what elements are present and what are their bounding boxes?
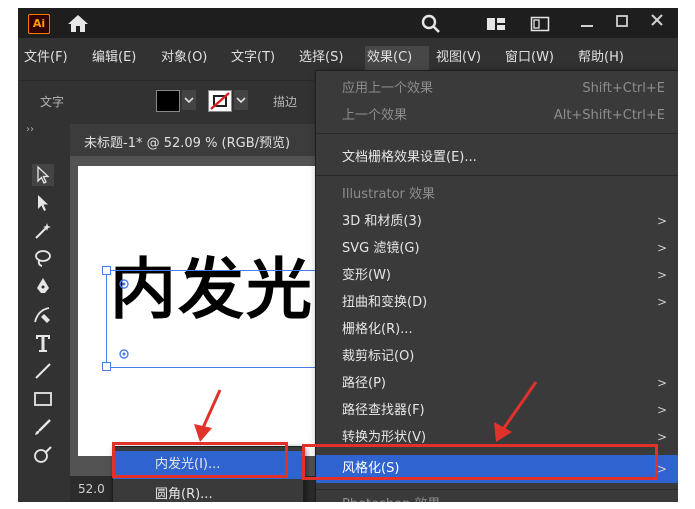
annotation-arrow-icon	[194, 389, 222, 442]
menu-separator	[316, 489, 678, 490]
annotation-highlight-box	[112, 442, 288, 478]
menu-item-label: 路径查找器(F)	[342, 403, 425, 418]
magic-wand-tool-icon[interactable]	[32, 220, 54, 242]
menu-section-label: Illustrator 效果	[342, 187, 436, 202]
shaper-tool-icon[interactable]	[32, 444, 54, 466]
submenu-item-round-corners[interactable]: 圆角(R)...	[113, 481, 303, 502]
menu-help[interactable]: 帮助(H)	[578, 46, 638, 70]
menu-view[interactable]: 视图(V)	[436, 46, 496, 70]
menu-item-label: 扭曲和变换(D)	[342, 295, 428, 310]
home-icon[interactable]	[66, 13, 90, 33]
chevron-right-icon: >	[656, 295, 667, 309]
menu-item-label: SVG 滤镜(G)	[342, 241, 420, 256]
chevron-right-icon: >	[656, 376, 667, 390]
menu-item-label: 变形(W)	[342, 268, 391, 283]
menu-item-shortcut: Alt+Shift+Ctrl+E	[553, 108, 665, 123]
illustrator-window: Ai 文件(F) 编辑(E) 对象(O) 文字(T) 选择(S) 效果(C) 视…	[18, 8, 678, 502]
annotation-arrow-icon	[494, 381, 538, 442]
menu-section-illustrator-effects: Illustrator 效果	[316, 181, 678, 208]
selection-bounding-box[interactable]	[106, 270, 333, 368]
zoom-level[interactable]: 52.0	[78, 482, 105, 496]
maximize-button[interactable]	[608, 10, 636, 34]
lasso-tool-icon[interactable]	[32, 248, 54, 270]
search-icon[interactable]	[420, 13, 442, 35]
arrange-documents-icon[interactable]	[486, 16, 506, 32]
stroke-label[interactable]: 描边	[273, 93, 297, 110]
chevron-right-icon: >	[656, 403, 667, 417]
menu-item-label: 文档栅格效果设置(E)...	[342, 150, 477, 165]
menu-item-rasterize[interactable]: 栅格化(R)...	[316, 316, 678, 343]
fill-color-swatch[interactable]	[156, 90, 180, 112]
menu-object[interactable]: 对象(O)	[161, 46, 221, 70]
menu-item-label: 栅格化(R)...	[342, 322, 413, 337]
tools-panel	[24, 160, 62, 500]
menu-item-label: 3D 和材质(3)	[342, 214, 422, 229]
chevron-right-icon: >	[656, 268, 667, 282]
menu-type[interactable]: 文字(T)	[231, 46, 291, 70]
menu-item-label: 裁剪标记(O)	[342, 349, 415, 364]
menu-item-label: 应用上一个效果	[342, 81, 434, 96]
pen-tool-icon[interactable]	[32, 276, 54, 298]
rectangle-tool-icon[interactable]	[32, 388, 54, 410]
type-tool-icon[interactable]	[32, 332, 54, 354]
curvature-tool-icon[interactable]	[32, 304, 54, 326]
app-logo: Ai	[28, 14, 50, 34]
menu-separator	[316, 175, 678, 176]
document-tab-title: 未标题-1* @ 52.09 % (RGB/预览)	[84, 136, 291, 151]
menu-section-photoshop-effects: Photoshop 效果	[316, 491, 678, 502]
menu-item-last-effect: 上一个效果 Alt+Shift+Ctrl+E	[316, 102, 678, 129]
selection-handle[interactable]	[102, 362, 111, 371]
chevron-right-icon: >	[656, 462, 667, 476]
text-anchor-icon[interactable]	[118, 348, 130, 360]
menu-edit[interactable]: 编辑(E)	[92, 46, 150, 70]
menu-item-label: 圆角(R)...	[155, 487, 213, 502]
menu-separator	[316, 133, 678, 134]
document-tab[interactable]: 未标题-1* @ 52.09 % (RGB/预览)	[70, 124, 320, 156]
menu-item-distort-transform[interactable]: 扭曲和变换(D) >	[316, 289, 678, 316]
chevron-right-icon: >	[656, 241, 667, 255]
menu-item-3d-materials[interactable]: 3D 和材质(3) >	[316, 208, 678, 235]
menu-file[interactable]: 文件(F)	[24, 46, 82, 70]
chevron-right-icon: >	[656, 430, 667, 444]
selection-handle[interactable]	[102, 266, 111, 275]
title-bar: Ai	[18, 8, 678, 38]
menu-item-svg-filters[interactable]: SVG 滤镜(G) >	[316, 235, 678, 262]
menu-item-label: 路径(P)	[342, 376, 386, 391]
panel-collapse-icon[interactable]: ››	[26, 124, 34, 135]
menu-item-apply-last-effect: 应用上一个效果 Shift+Ctrl+E	[316, 75, 678, 102]
menu-item-label: 上一个效果	[342, 108, 408, 123]
selection-type-label: 文字	[40, 95, 65, 109]
menu-section-label: Photoshop 效果	[342, 491, 440, 502]
chevron-down-icon[interactable]	[182, 90, 196, 110]
close-button[interactable]	[643, 10, 671, 34]
selection-tool-icon[interactable]	[32, 164, 54, 186]
minimize-button[interactable]	[573, 10, 601, 34]
text-anchor-icon[interactable]	[118, 278, 130, 290]
menu-item-crop-marks[interactable]: 裁剪标记(O)	[316, 343, 678, 370]
annotation-highlight-box	[302, 444, 658, 480]
menu-item-warp[interactable]: 变形(W) >	[316, 262, 678, 289]
menu-bar: 文件(F) 编辑(E) 对象(O) 文字(T) 选择(S) 效果(C) 视图(V…	[18, 46, 678, 70]
chevron-right-icon: >	[656, 214, 667, 228]
line-tool-icon[interactable]	[32, 360, 54, 382]
workspace-icon[interactable]	[530, 16, 550, 32]
paintbrush-tool-icon[interactable]	[32, 416, 54, 438]
menu-select[interactable]: 选择(S)	[299, 46, 359, 70]
chevron-down-icon[interactable]	[234, 90, 248, 110]
direct-selection-tool-icon[interactable]	[32, 192, 54, 214]
menu-item-shortcut: Shift+Ctrl+E	[582, 81, 665, 96]
menu-item-document-raster-settings[interactable]: 文档栅格效果设置(E)...	[316, 144, 678, 171]
menu-window[interactable]: 窗口(W)	[505, 46, 567, 70]
menu-effect[interactable]: 效果(C)	[365, 46, 429, 70]
stroke-none-swatch[interactable]	[208, 90, 232, 112]
